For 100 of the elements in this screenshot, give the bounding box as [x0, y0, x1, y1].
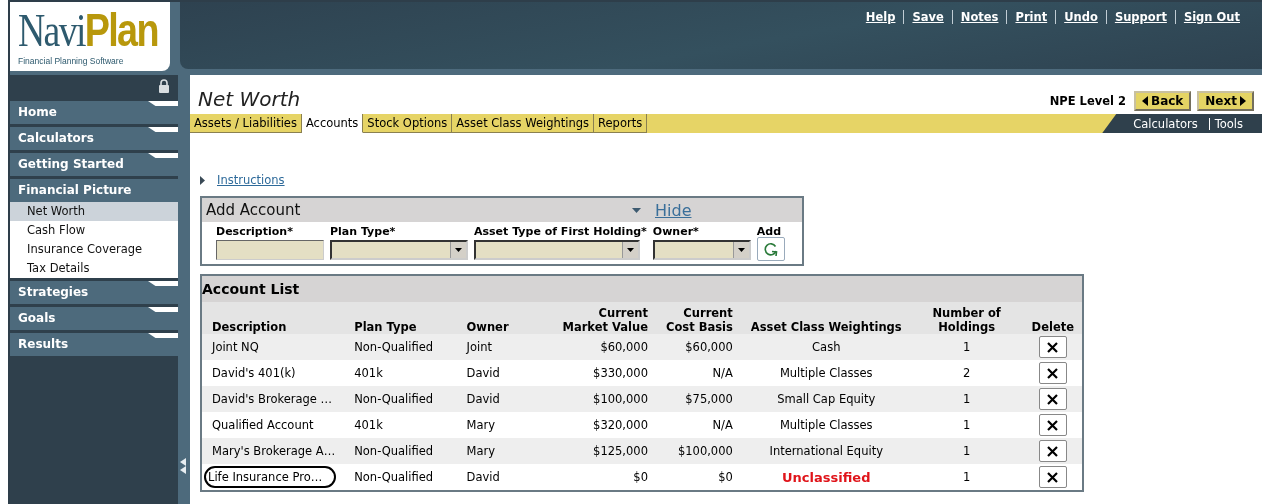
table-cell: Life Insurance Pro… [204, 466, 337, 488]
header-link[interactable]: Notes [960, 10, 999, 24]
delete-button[interactable] [1038, 336, 1067, 358]
column-header: Description [202, 302, 345, 334]
tab[interactable]: Accounts [301, 114, 364, 133]
table-cell: Mary [466, 444, 496, 458]
table-cell: 401k [354, 418, 383, 432]
tab[interactable]: Stock Options [363, 114, 453, 133]
column-header: Number of Holdings [909, 302, 1022, 334]
sidebar-section[interactable]: Goals [10, 306, 178, 330]
table-cell: David [466, 366, 500, 380]
delete-button[interactable] [1038, 388, 1067, 410]
dropdown[interactable] [330, 240, 468, 260]
tab[interactable]: Asset Class Weightings [452, 114, 595, 133]
panel-title: Add Account [206, 201, 302, 219]
table-cell: $125,000 [593, 444, 648, 458]
header-link[interactable]: Support [1114, 10, 1167, 24]
sidebar-section[interactable]: Calculators [10, 126, 178, 150]
collapse-icon [180, 458, 186, 474]
table-cell: Joint [466, 340, 492, 354]
table-cell: Mary [466, 418, 496, 432]
dropdown[interactable] [474, 240, 640, 260]
tool-link[interactable]: Calculators [1133, 116, 1198, 131]
table-cell: Cash [812, 340, 841, 354]
table-cell: David [466, 470, 500, 484]
table-cell: $100,000 [677, 444, 733, 458]
logo-tagline: Financial Planning Software [18, 56, 124, 66]
table-cell: 1 [963, 444, 971, 458]
table-cell: $60,000 [600, 340, 648, 354]
sidebar-item[interactable]: Tax Details [10, 259, 178, 278]
close-icon [1047, 445, 1059, 457]
table-cell: Non-Qualified [354, 470, 434, 484]
sidebar-item[interactable]: Insurance Coverage [10, 240, 178, 259]
tool-link[interactable]: Tools [1214, 116, 1243, 131]
table-cell: 1 [963, 340, 971, 354]
delete-button[interactable] [1038, 414, 1067, 436]
table-cell: Multiple Classes [779, 366, 873, 380]
table-cell: 1 [963, 392, 971, 406]
header-link[interactable]: Save [912, 10, 944, 24]
header-link[interactable]: Help [865, 10, 896, 24]
sidebar-section[interactable]: Strategies [10, 280, 178, 304]
table-cell: $0 [633, 470, 648, 484]
column-header: Asset Class Weightings [740, 302, 910, 334]
table-cell: Qualified Account [212, 418, 314, 432]
expand-icon [200, 175, 205, 185]
table-cell: Non-Qualified [354, 340, 434, 354]
table-cell: Mary's Brokerage A… [212, 444, 336, 458]
next-button[interactable]: Next [1197, 91, 1254, 111]
table-cell: International Equity [769, 444, 883, 458]
table-cell: N/A [712, 418, 733, 432]
level-label: NPE Level 2 [1049, 94, 1126, 108]
table-cell: $75,000 [685, 392, 733, 406]
delete-button[interactable] [1038, 440, 1067, 462]
delete-button[interactable] [1038, 466, 1067, 488]
dropdown-arrow-icon [627, 248, 634, 252]
tab[interactable]: Reports [594, 114, 648, 133]
close-icon [1047, 471, 1059, 483]
column-header: Plan Type [344, 302, 457, 334]
close-icon [1047, 367, 1059, 379]
tab[interactable]: Assets / Liabilities [190, 114, 302, 133]
table-cell: 2 [963, 366, 971, 380]
column-header: Current Market Value [543, 302, 656, 334]
table-cell: N/A [712, 366, 733, 380]
table-cell: Multiple Classes [779, 418, 873, 432]
dropdown[interactable] [652, 240, 751, 260]
table-cell: 1 [963, 418, 971, 432]
close-icon [1047, 419, 1059, 431]
table-cell: $320,000 [593, 418, 648, 432]
close-icon [1047, 341, 1059, 353]
table-cell: $60,000 [685, 340, 733, 354]
delete-button[interactable] [1038, 362, 1067, 384]
table-cell: 401k [354, 366, 383, 380]
table-cell: David's Brokerage … [212, 392, 333, 406]
caret-icon [1142, 96, 1148, 106]
field-label: Add [756, 225, 783, 240]
sidebar-item[interactable]: Net Worth [10, 202, 178, 221]
field-label: Plan Type* [330, 225, 397, 240]
header-link[interactable]: Print [1015, 10, 1048, 24]
table-cell: Non-Qualified [354, 392, 434, 406]
sidebar-section[interactable]: Results [10, 332, 178, 356]
sidebar-section[interactable]: Home [10, 100, 178, 124]
sidebar-section[interactable]: Getting Started [10, 152, 178, 176]
panel-title: Account List [202, 276, 1082, 302]
caret-icon [632, 207, 641, 213]
close-icon [1047, 393, 1059, 405]
header-link[interactable]: Undo [1064, 10, 1098, 24]
header-link[interactable]: Sign Out [1183, 10, 1240, 24]
hide-link[interactable]: Hide [655, 200, 692, 220]
table-cell: David [466, 392, 500, 406]
column-header: Delete [1021, 302, 1082, 334]
back-button[interactable]: Back [1134, 91, 1192, 111]
input-field[interactable] [216, 240, 324, 260]
sidebar-item[interactable]: Cash Flow [10, 221, 178, 240]
logo-wordmark: NaviPlan [18, 8, 158, 53]
table-cell: $330,000 [593, 366, 648, 380]
table-cell: David's 401(k) [212, 366, 296, 380]
instructions-link[interactable]: Instructions [217, 173, 285, 187]
table-cell: Non-Qualified [354, 444, 434, 458]
add-button[interactable] [756, 237, 785, 261]
sidebar-section[interactable]: Financial Picture [10, 178, 178, 202]
